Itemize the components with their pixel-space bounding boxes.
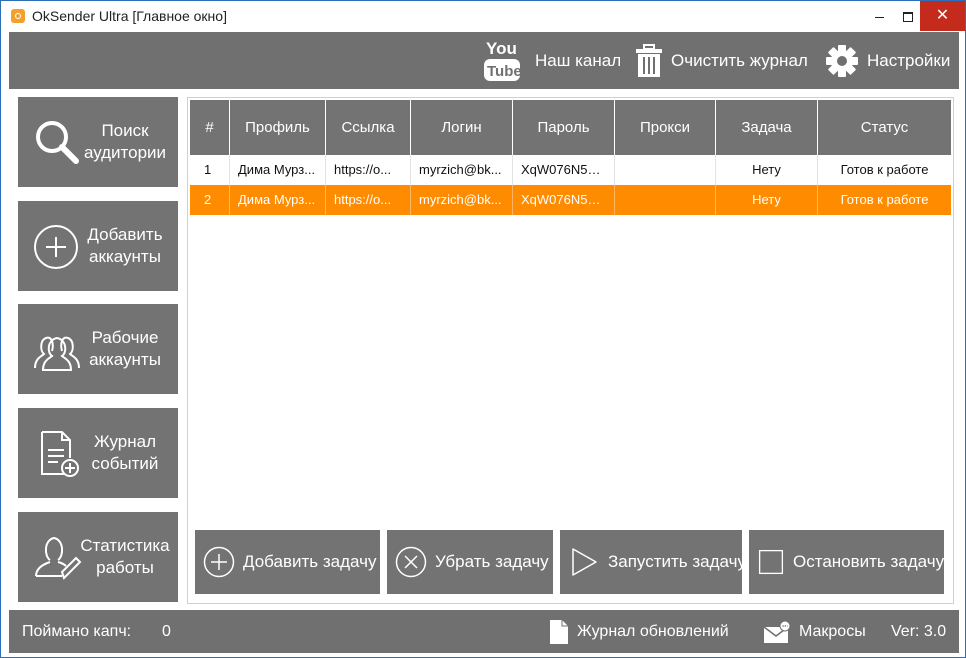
status-bar: Поймано капч: 0 Журнал обновлений Макрос… [9, 610, 959, 653]
plus-circle-icon [203, 546, 235, 578]
table-header: # Профиль Ссылка Логин Пароль Прокси Зад… [190, 100, 951, 155]
add-task-button[interactable]: Добавить задачу [195, 530, 380, 594]
window-title: OkSender Ultra [Главное окно] [32, 8, 227, 24]
app-icon [11, 9, 25, 23]
start-task-button[interactable]: Запустить задачу [560, 530, 746, 594]
sidebar-item-label: Поиск аудитории [83, 121, 167, 162]
macros-label: Макросы [799, 622, 866, 640]
column-header-status[interactable]: Статус [818, 100, 951, 155]
cell-profile: Дима Мурз... [230, 185, 326, 215]
version-label: Ver: 3.0 [891, 623, 947, 640]
updates-log-label: Журнал обновлений [577, 622, 729, 640]
cell-login: myrzich@bk... [411, 185, 513, 215]
maximize-icon [903, 12, 913, 23]
start-task-label: Запустить задачу [608, 552, 746, 571]
captcha-count-label: Поймано капч: [22, 623, 132, 640]
cell-task: Нету [716, 185, 818, 215]
sidebar-item-add-accounts[interactable]: Добавить аккаунты [18, 201, 178, 291]
cell-password: XqW076N5G... [513, 155, 615, 185]
stop-icon [758, 549, 784, 575]
sidebar-item-label: Журнал событий [91, 432, 159, 473]
cell-link: https://o... [326, 155, 411, 185]
sidebar-item-work-stats[interactable]: Статистика работы [18, 512, 178, 602]
youtube-icon: You Tube [484, 39, 522, 81]
minimize-button[interactable] [864, 1, 894, 31]
settings-button[interactable]: Настройки [825, 32, 950, 89]
table-row[interactable]: 1 Дима Мурз... https://o... myrzich@bk..… [190, 155, 951, 186]
youtube-logo-top: You [486, 39, 517, 58]
column-header-task[interactable]: Задача [716, 100, 818, 155]
document-icon [550, 619, 568, 644]
column-header-login[interactable]: Логин [411, 100, 513, 155]
remove-task-label: Убрать задачу [435, 552, 549, 571]
cell-proxy [615, 155, 716, 185]
cell-num: 2 [190, 185, 230, 215]
stop-task-label: Остановить задачу [793, 552, 945, 571]
sidebar-item-label: Рабочие аккаунты [89, 328, 161, 369]
cell-status: Готов к работе [840, 162, 929, 177]
column-header-password[interactable]: Пароль [513, 100, 615, 155]
document-add-icon [41, 431, 79, 477]
main-window: OkSender Ultra [Главное окно] ✕ You Tube… [0, 0, 966, 658]
clear-log-button[interactable]: Очистить журнал [635, 32, 808, 89]
sidebar-item-label: Добавить аккаунты [87, 225, 163, 266]
macros-button[interactable]: Макросы [763, 610, 866, 653]
top-toolbar: You Tube Наш канал Очистить журнал Настр… [9, 32, 959, 89]
cell-link: https://o... [326, 185, 411, 215]
add-task-label: Добавить задачу [243, 552, 377, 571]
maximize-button[interactable] [893, 1, 923, 31]
cell-task: Нету [716, 155, 818, 185]
gear-icon [826, 44, 858, 77]
cell-proxy [615, 185, 716, 215]
column-header-proxy[interactable]: Прокси [615, 100, 716, 155]
cell-login: myrzich@bk... [411, 155, 513, 185]
cell-password: XqW076N5G... [513, 185, 615, 215]
settings-label: Настройки [867, 50, 951, 70]
captcha-count-value: 0 [162, 623, 171, 640]
cell-status: Готов к работе [840, 192, 929, 207]
column-header-profile[interactable]: Профиль [230, 100, 326, 155]
search-icon [36, 121, 79, 164]
cell-profile: Дима Мурз... [230, 155, 326, 185]
sidebar-item-event-log[interactable]: Журнал событий [18, 408, 178, 498]
title-bar: OkSender Ultra [Главное окно] ✕ [1, 1, 965, 31]
play-icon [572, 548, 597, 576]
youtube-channel-label: Наш канал [535, 50, 622, 70]
youtube-channel-button[interactable]: You Tube Наш канал [483, 32, 621, 89]
close-button[interactable]: ✕ [920, 1, 965, 31]
accounts-table: # Профиль Ссылка Логин Пароль Прокси Зад… [187, 97, 954, 604]
column-header-link[interactable]: Ссылка [326, 100, 411, 155]
sidebar-item-label: Статистика работы [80, 536, 170, 577]
sidebar-item-audience-search[interactable]: Поиск аудитории [18, 97, 178, 187]
sidebar-item-working-accounts[interactable]: Рабочие аккаунты [18, 304, 178, 394]
user-edit-icon [35, 536, 82, 580]
plus-circle-icon [34, 225, 78, 269]
youtube-logo-bottom: Tube [487, 63, 522, 80]
minimize-icon [874, 16, 884, 18]
close-circle-icon [395, 546, 427, 578]
table-row-selected[interactable]: 2 Дима Мурз... https://o... myrzich@bk..… [190, 185, 951, 215]
clear-log-label: Очистить журнал [671, 50, 808, 70]
stop-task-button[interactable]: Остановить задачу [749, 530, 944, 594]
column-header-num[interactable]: # [190, 100, 230, 155]
cell-num: 1 [190, 155, 230, 185]
updates-log-button[interactable]: Журнал обновлений [549, 610, 729, 653]
users-icon [34, 336, 80, 371]
mail-icon [763, 620, 791, 643]
trash-icon [636, 43, 662, 77]
remove-task-button[interactable]: Убрать задачу [387, 530, 553, 594]
